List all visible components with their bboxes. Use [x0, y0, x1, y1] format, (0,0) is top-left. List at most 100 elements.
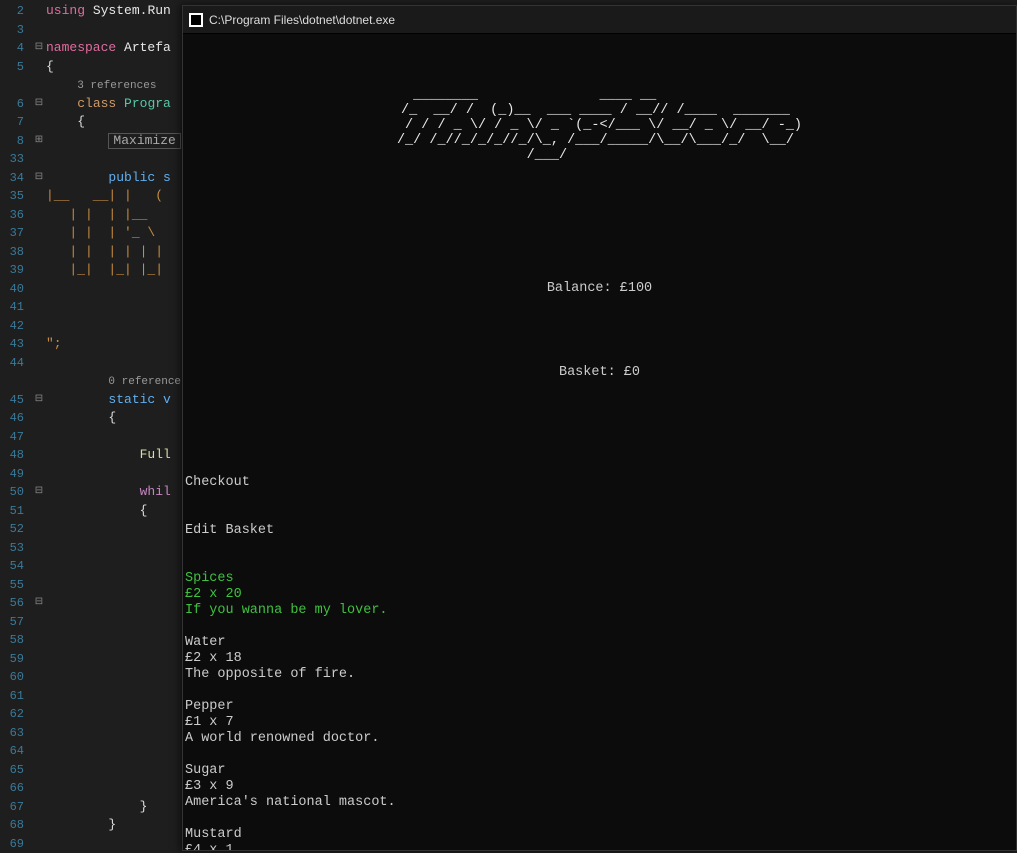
fold-spacer — [32, 613, 46, 632]
console-titlebar[interactable]: C:\Program Files\dotnet\dotnet.exe — [183, 6, 1016, 34]
store-item[interactable]: Spices£2 x 20If you wanna be my lover. — [185, 571, 1016, 619]
fold-collapse-icon[interactable] — [32, 391, 46, 410]
line-number: 49 — [0, 465, 24, 484]
line-number: 33 — [0, 150, 24, 169]
fold-collapse-icon[interactable] — [32, 169, 46, 188]
fold-spacer — [32, 150, 46, 169]
line-number: 36 — [0, 206, 24, 225]
fold-spacer — [32, 446, 46, 465]
fold-spacer — [32, 742, 46, 761]
fold-spacer — [32, 465, 46, 484]
line-number: 46 — [0, 409, 24, 428]
fold-spacer — [32, 835, 46, 853]
fold-spacer — [32, 76, 46, 95]
fold-collapse-icon[interactable] — [32, 95, 46, 114]
fold-spacer — [32, 576, 46, 595]
store-item[interactable]: Water£2 x 18The opposite of fire. — [185, 635, 1016, 683]
console-window: C:\Program Files\dotnet\dotnet.exe _____… — [182, 5, 1017, 851]
item-desc: A world renowned doctor. — [185, 731, 1016, 747]
balance-text: Balance: £100 — [183, 275, 1016, 303]
store-item[interactable]: Mustard£4 x 1Don't inhale in gaseous for… — [185, 827, 1016, 850]
line-number: 43 — [0, 335, 24, 354]
fold-spacer — [32, 687, 46, 706]
console-output[interactable]: ________ ____ __ /_ __/ / (_)__ ___ ____… — [183, 34, 1016, 850]
line-number: 6 — [0, 95, 24, 114]
fold-spacer — [32, 650, 46, 669]
line-number: 45 — [0, 391, 24, 410]
fold-spacer — [32, 206, 46, 225]
fold-spacer — [32, 261, 46, 280]
line-number: 5 — [0, 58, 24, 77]
fold-spacer — [32, 224, 46, 243]
fold-spacer — [32, 428, 46, 447]
line-number: 54 — [0, 557, 24, 576]
fold-spacer — [32, 798, 46, 817]
store-item[interactable]: Sugar£3 x 9America's national mascot. — [185, 763, 1016, 811]
menu-edit-basket[interactable]: Edit Basket — [185, 523, 1016, 539]
item-desc: The opposite of fire. — [185, 667, 1016, 683]
line-number: 66 — [0, 779, 24, 798]
fold-spacer — [32, 58, 46, 77]
item-price: £2 x 20 — [185, 587, 1016, 603]
fold-spacer — [32, 280, 46, 299]
fold-spacer — [32, 557, 46, 576]
line-number: 58 — [0, 631, 24, 650]
ascii-logo: ________ ____ __ /_ __/ / (_)__ ___ ____… — [183, 88, 1016, 163]
fold-spacer — [32, 354, 46, 373]
line-number: 41 — [0, 298, 24, 317]
line-number: 67 — [0, 798, 24, 817]
item-name: Sugar — [185, 763, 1016, 779]
fold-spacer — [32, 409, 46, 428]
fold-spacer — [32, 779, 46, 798]
line-number: 56 — [0, 594, 24, 613]
line-number: 64 — [0, 742, 24, 761]
item-desc: America's national mascot. — [185, 795, 1016, 811]
line-number: 63 — [0, 724, 24, 743]
line-number: 51 — [0, 502, 24, 521]
menu-checkout[interactable]: Checkout — [185, 475, 1016, 491]
fold-spacer — [32, 372, 46, 391]
line-number: 35 — [0, 187, 24, 206]
line-number: 57 — [0, 613, 24, 632]
fold-spacer — [32, 298, 46, 317]
line-number: 65 — [0, 761, 24, 780]
fold-spacer — [32, 816, 46, 835]
line-number — [0, 76, 24, 95]
line-number: 3 — [0, 21, 24, 40]
line-number: 47 — [0, 428, 24, 447]
basket-text: Basket: £0 — [183, 359, 1016, 387]
line-number: 4 — [0, 39, 24, 58]
fold-spacer — [32, 520, 46, 539]
line-number: 42 — [0, 317, 24, 336]
line-number: 68 — [0, 816, 24, 835]
fold-spacer — [32, 631, 46, 650]
line-number — [0, 372, 24, 391]
item-name: Water — [185, 635, 1016, 651]
fold-spacer — [32, 21, 46, 40]
fold-spacer — [32, 724, 46, 743]
fold-gutter — [32, 0, 46, 851]
fold-expand-icon[interactable] — [32, 132, 46, 151]
fold-spacer — [32, 317, 46, 336]
line-number: 61 — [0, 687, 24, 706]
line-number: 8 — [0, 132, 24, 151]
line-number: 48 — [0, 446, 24, 465]
store-item[interactable]: Pepper£1 x 7A world renowned doctor. — [185, 699, 1016, 747]
console-icon — [189, 13, 203, 27]
fold-collapse-icon[interactable] — [32, 483, 46, 502]
item-desc: If you wanna be my lover. — [185, 603, 1016, 619]
fold-spacer — [32, 761, 46, 780]
line-number: 60 — [0, 668, 24, 687]
line-number: 55 — [0, 576, 24, 595]
item-name: Pepper — [185, 699, 1016, 715]
fold-collapse-icon[interactable] — [32, 594, 46, 613]
fold-spacer — [32, 113, 46, 132]
line-number-gutter: 2345678333435363738394041424344454647484… — [0, 0, 32, 851]
line-number: 37 — [0, 224, 24, 243]
line-number: 69 — [0, 835, 24, 853]
fold-spacer — [32, 705, 46, 724]
line-number: 52 — [0, 520, 24, 539]
line-number: 59 — [0, 650, 24, 669]
fold-collapse-icon[interactable] — [32, 39, 46, 58]
line-number: 40 — [0, 280, 24, 299]
